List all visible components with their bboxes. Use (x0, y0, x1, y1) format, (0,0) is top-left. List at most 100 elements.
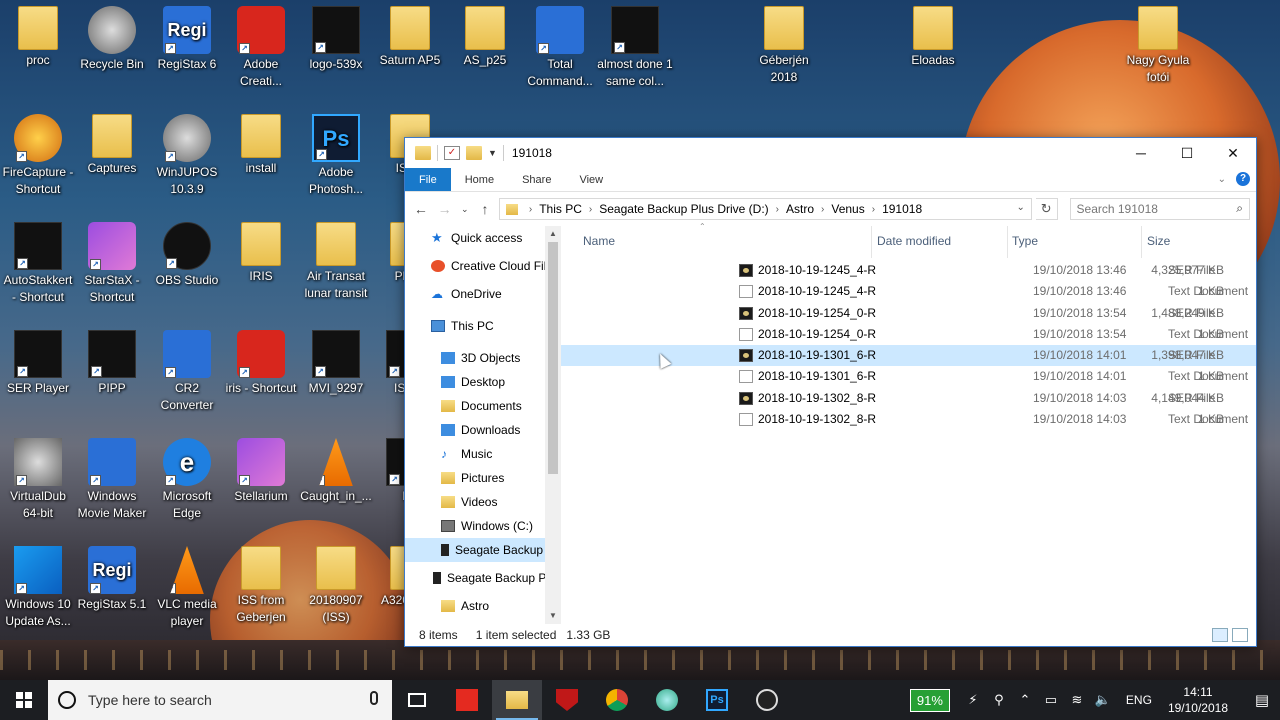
desktop-icon-item[interactable]: ↗ Caught_in_... (298, 438, 374, 505)
language-indicator[interactable]: ENG (1126, 693, 1152, 707)
clock[interactable]: 14:11 19/10/2018 (1168, 684, 1228, 716)
taskbar-photoshop[interactable]: Ps (692, 680, 742, 720)
desktop-icon-item[interactable]: ISS from Geberjen (223, 546, 299, 626)
customize-quick-access-icon[interactable]: ▼ (488, 148, 497, 158)
desktop-icon-item[interactable]: ↗ WinJUPOS 10.3.9 (149, 114, 225, 198)
start-button[interactable] (0, 680, 48, 720)
nav-music[interactable]: ♪ Music (405, 442, 561, 466)
breadcrumb-venus[interactable]: Venus (831, 202, 864, 216)
desktop-icon-item[interactable]: ↗ MVI_9297 (298, 330, 374, 397)
microphone-icon[interactable] (370, 691, 378, 705)
column-name[interactable]: Name (583, 234, 615, 248)
search-input[interactable]: Search 191018 ⌕ (1069, 198, 1250, 220)
taskbar-search-box[interactable]: Type here to search (48, 680, 392, 720)
tab-share[interactable]: Share (508, 168, 565, 191)
nav-creative-cloud[interactable]: Creative Cloud Files (405, 250, 561, 282)
desktop-icon-item[interactable]: ↗ Windows 10 Update As... (0, 546, 76, 630)
nav-downloads[interactable]: Downloads (405, 418, 561, 442)
desktop-icon-item[interactable]: Saturn AP5 (372, 6, 448, 69)
desktop-icon-item[interactable]: Regi ↗ RegiStax 5.1 (74, 546, 150, 613)
scroll-thumb[interactable] (548, 242, 558, 474)
desktop-icon-item[interactable]: Air Transat lunar transit (298, 222, 374, 302)
wifi-icon[interactable]: ≋ (1064, 692, 1090, 708)
power-plug-icon[interactable]: ⚡ (960, 692, 986, 708)
desktop-icon-item[interactable]: ↗ FireCapture - Shortcut (0, 114, 76, 198)
nav-documents[interactable]: Documents (405, 394, 561, 418)
maximize-button[interactable]: ☐ (1164, 138, 1210, 168)
desktop-icon-item[interactable]: Captures (74, 114, 150, 177)
desktop-icon-item[interactable]: 20180907 (ISS) (298, 546, 374, 626)
desktop-icon-item[interactable]: Nagy Gyula fotói (1120, 6, 1196, 86)
breadcrumb-drive[interactable]: Seagate Backup Plus Drive (D:) (599, 202, 768, 216)
desktop-icon-item[interactable]: ↗ PIPP (74, 330, 150, 397)
nav-windows-c[interactable]: Windows (C:) (405, 514, 561, 538)
desktop-icon-item[interactable]: ↗ OBS Studio (149, 222, 225, 289)
desktop-icon-item[interactable]: ↗ logo-539x (298, 6, 374, 73)
battery-indicator[interactable]: 91% (909, 688, 950, 712)
desktop-icon-item[interactable]: Géberjén 2018 (746, 6, 822, 86)
desktop-icon-item[interactable]: ↗ Adobe Creati... (223, 6, 299, 90)
tab-home[interactable]: Home (451, 168, 508, 191)
nav-pictures[interactable]: Pictures (405, 466, 561, 490)
back-button[interactable]: ← (411, 198, 431, 220)
desktop-icon-item[interactable]: Regi ↗ RegiStax 6 (149, 6, 225, 73)
nav-quick-access[interactable]: ★ Quick access (405, 226, 561, 250)
close-button[interactable]: ✕ (1210, 138, 1256, 168)
nav-onedrive[interactable]: ☁ OneDrive (405, 282, 561, 306)
tab-file[interactable]: File (405, 168, 451, 191)
desktop-icon-item[interactable]: ↗ Stellarium (223, 438, 299, 505)
column-type[interactable]: Type (1012, 234, 1038, 248)
desktop-icon-item[interactable]: ↗ almost done 1 same col... (597, 6, 673, 90)
column-size[interactable]: Size (1147, 234, 1170, 248)
column-divider[interactable] (1007, 226, 1008, 258)
title-bar[interactable]: ✓ ▼ 191018 ─ ☐ ✕ (405, 138, 1256, 168)
desktop-icon-item[interactable]: ↗ VLC media player (149, 546, 225, 630)
desktop-icon-item[interactable]: proc (0, 6, 76, 69)
nav-this-pc[interactable]: This PC (405, 306, 561, 346)
breadcrumb-current[interactable]: 191018 (882, 202, 922, 216)
recent-locations-button[interactable]: ⌄ (459, 198, 472, 220)
taskbar-file-explorer[interactable] (492, 680, 542, 720)
column-divider[interactable] (1141, 226, 1142, 258)
taskbar-mcafee[interactable] (542, 680, 592, 720)
desktop-icon-item[interactable]: ↗ VirtualDub 64-bit (0, 438, 76, 522)
new-folder-icon[interactable] (466, 146, 482, 160)
minimize-button[interactable]: ─ (1118, 138, 1164, 168)
task-view-button[interactable] (392, 680, 442, 720)
desktop-icon-item[interactable]: Eloadas (895, 6, 971, 69)
file-row[interactable]: 2018-10-19-1302_8-R 19/10/2018 14:03 Text … (561, 409, 1256, 430)
column-divider[interactable] (871, 226, 872, 258)
volume-muted-icon[interactable]: 🔈 (1090, 692, 1116, 708)
breadcrumb-astro[interactable]: Astro (786, 202, 814, 216)
desktop-icon-item[interactable]: ↗ iris - Shortcut (223, 330, 299, 397)
refresh-button[interactable]: ↻ (1035, 198, 1058, 220)
taskbar-chrome[interactable] (592, 680, 642, 720)
nav-desktop[interactable]: Desktop (405, 370, 561, 394)
desktop-icon-item[interactable]: e ↗ Microsoft Edge (149, 438, 225, 522)
breadcrumb-this-pc[interactable]: This PC (539, 202, 582, 216)
file-row[interactable]: 2018-10-19-1254_0-R 19/10/2018 13:54 SER F… (561, 303, 1256, 324)
help-icon[interactable]: ? (1236, 172, 1250, 186)
up-button[interactable]: ↑ (475, 198, 495, 220)
file-row[interactable]: 2018-10-19-1254_0-R 19/10/2018 13:54 Text … (561, 324, 1256, 345)
notifications-icon[interactable]: ▤ (1244, 691, 1280, 709)
desktop-icon-item[interactable]: ↗ SER Player (0, 330, 76, 397)
desktop-icon-item[interactable]: AS_p25 (447, 6, 523, 69)
nav-astro[interactable]: Astro (405, 594, 561, 618)
desktop-icon-item[interactable]: Recycle Bin (74, 6, 150, 73)
nav-seagate-d[interactable]: Seagate Backup (405, 538, 561, 562)
forward-button[interactable]: → (435, 198, 455, 220)
expand-ribbon-icon[interactable]: ⌄ (1218, 174, 1226, 185)
taskbar-obs[interactable] (742, 680, 792, 720)
desktop-icon-item[interactable]: ↗ CR2 Converter (149, 330, 225, 414)
desktop-icon-item[interactable]: ↗ AutoStakkert - Shortcut (0, 222, 76, 306)
show-hidden-icons-icon[interactable]: ⌃ (1012, 692, 1038, 708)
scroll-down-icon[interactable]: ▼ (545, 608, 561, 624)
desktop-icon-item[interactable]: ↗ StarStaX - Shortcut (74, 222, 150, 306)
file-row[interactable]: 2018-10-19-1301_6-R 19/10/2018 14:01 Text … (561, 366, 1256, 387)
desktop-icon-item[interactable]: ↗ Windows Movie Maker (74, 438, 150, 522)
network-drive-icon[interactable]: ▭ (1038, 692, 1064, 708)
desktop-icon-item[interactable]: ↗ Total Command... (522, 6, 598, 90)
large-icons-view-icon[interactable] (1232, 628, 1248, 642)
desktop-icon-item[interactable]: install (223, 114, 299, 177)
